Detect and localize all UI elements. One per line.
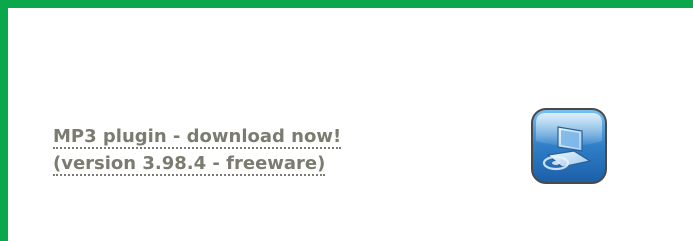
download-software-icon[interactable] bbox=[530, 107, 608, 185]
download-link-line1: MP3 plugin - download now! bbox=[53, 126, 342, 149]
download-link-line2: (version 3.98.4 - freeware) bbox=[53, 153, 326, 176]
green-bordered-panel: MP3 plugin - download now! (version 3.98… bbox=[0, 0, 693, 241]
mp3-plugin-download-link[interactable]: MP3 plugin - download now! (version 3.98… bbox=[53, 125, 383, 179]
